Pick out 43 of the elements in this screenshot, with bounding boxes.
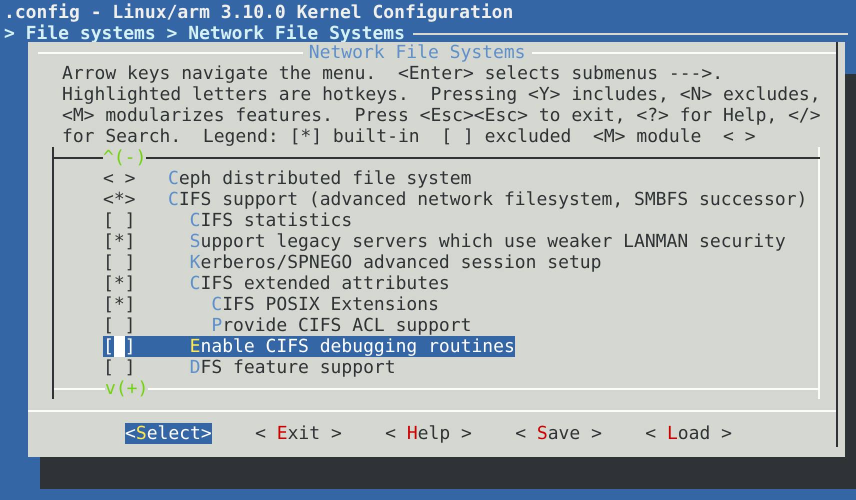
option-label: CIFS POSIX Extensions (211, 294, 439, 315)
help-text: Arrow keys navigate the menu. <Enter> selects submenus --->. (62, 63, 724, 84)
menu-item[interactable]: [ ] Kerberos/SPNEGO advanced session setup (103, 252, 602, 273)
dialog-title: Network File Systems (308, 42, 527, 63)
scroll-down-indicator: v(+) (105, 378, 148, 399)
menu-item[interactable]: [ ] CIFS statistics (103, 210, 352, 231)
menu-item[interactable]: < > Ceph distributed file system (103, 168, 472, 189)
menu-button[interactable]: < Save > (515, 423, 602, 444)
breadcrumb: > File systems > Network File Systems (4, 23, 405, 44)
menu-item[interactable]: [*] CIFS POSIX Extensions (103, 294, 439, 315)
option-marker: [*] (103, 294, 136, 315)
option-label: Kerberos/SPNEGO advanced session setup (190, 252, 602, 273)
option-marker: [ ] (103, 315, 136, 336)
help-text: for Search. Legend: [*] built-in [ ] excluded <M> module < > (62, 126, 756, 147)
menu-button[interactable]: < Exit > (255, 423, 342, 444)
option-label: CIFS statistics (190, 210, 352, 231)
option-label: Ceph distributed file system (168, 168, 472, 189)
option-marker: [ ] (103, 252, 136, 273)
menu-item[interactable]: [*] CIFS extended attributes (103, 273, 450, 294)
menu-item[interactable]: [ ] DFS feature support (103, 357, 396, 378)
option-label: Provide CIFS ACL support (211, 315, 472, 336)
option-label: CIFS support (advanced network filesystem, SMBFS successor) (168, 189, 808, 210)
menu-item[interactable]: [*] Support legacy servers which use weaker LANMAN security (103, 231, 786, 252)
option-label: Enable CIFS debugging routines (190, 336, 515, 357)
option-label: CIFS extended attributes (190, 273, 450, 294)
menu-item[interactable]: <*> CIFS support (advanced network filesystem, SMBFS successor) (103, 189, 808, 210)
option-label: DFS feature support (190, 357, 396, 378)
option-marker: [*] (103, 273, 136, 294)
option-label: Support legacy servers which use weaker LANMAN security (190, 231, 786, 252)
option-marker: [*] (103, 231, 136, 252)
help-text: Highlighted letters are hotkeys. Pressing <Y> includes, <N> excludes, (62, 84, 821, 105)
menu-button[interactable]: < Help > (385, 423, 472, 444)
scroll-up-indicator: ^(-) (103, 147, 146, 168)
menu-item[interactable]: [ ] Provide CIFS ACL support (103, 315, 472, 336)
option-marker: < > (103, 168, 136, 189)
option-marker: <*> (103, 189, 136, 210)
help-text: <M> modularizes features. Press <Esc><Esc> to exit, <?> for Help, </> (62, 105, 821, 126)
menu-item[interactable]: [ ] Enable CIFS debugging routines (103, 336, 515, 357)
menu-button[interactable]: <Select> (125, 423, 212, 444)
window-title: .config - Linux/arm 3.10.0 Kernel Configuration (4, 2, 514, 23)
option-marker: [ ] (103, 357, 136, 378)
menu-button[interactable]: < Load > (645, 423, 732, 444)
option-marker: [ ] (103, 210, 136, 231)
